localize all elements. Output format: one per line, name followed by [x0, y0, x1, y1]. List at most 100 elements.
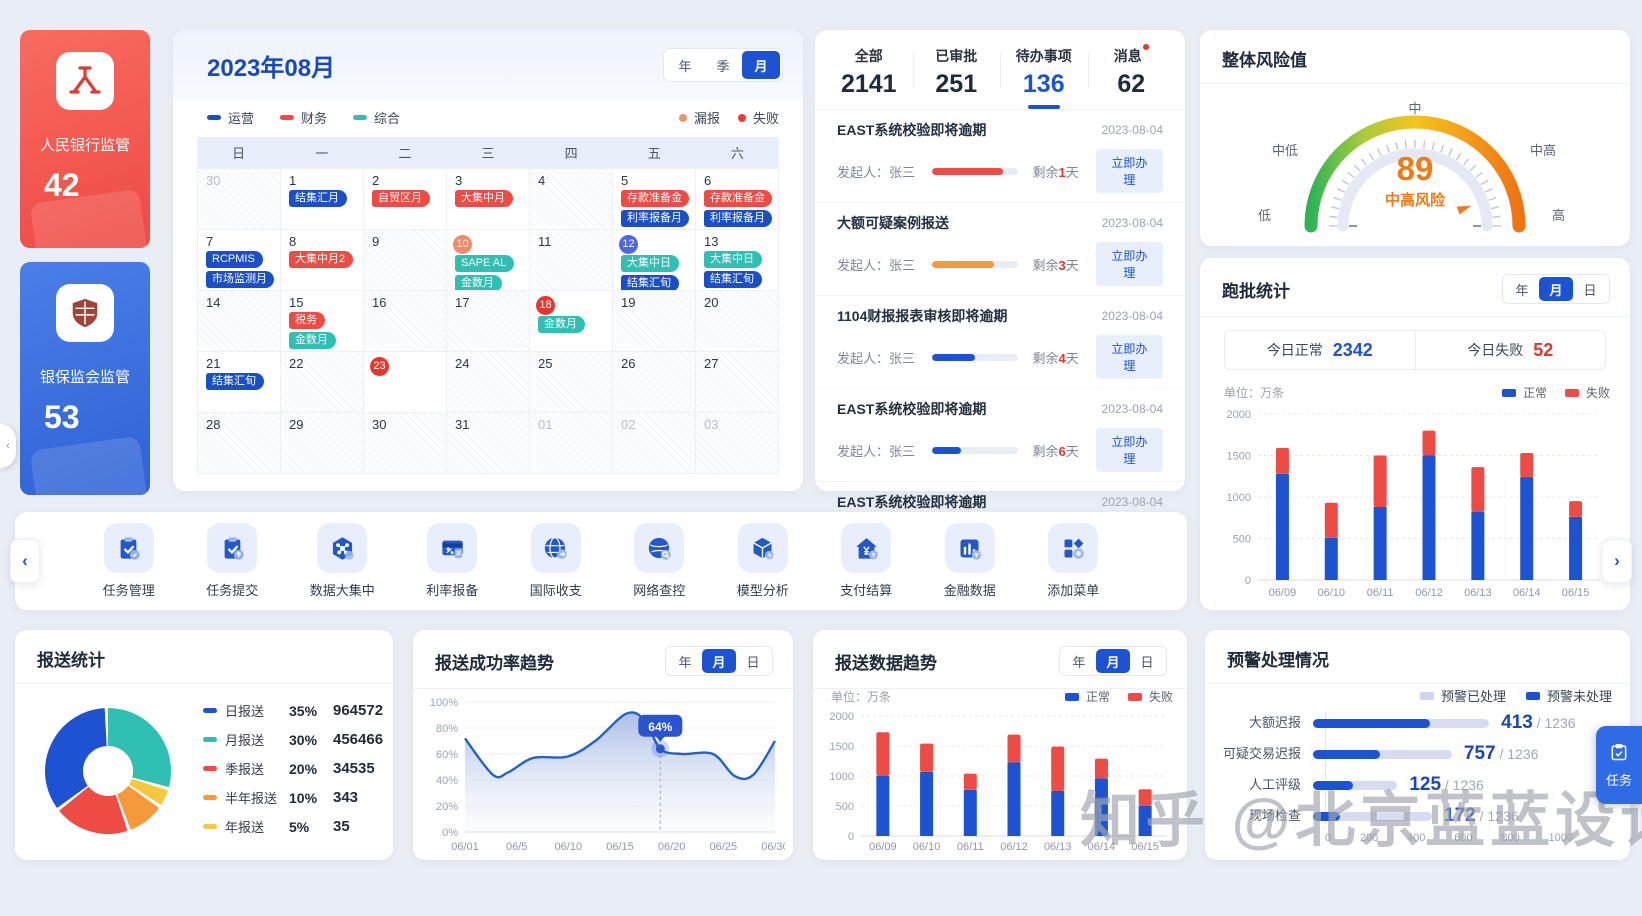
calendar-day-cell[interactable]: 29 — [281, 413, 364, 474]
calendar-event[interactable]: SAPE AL — [455, 255, 514, 272]
calendar-status-legend-item[interactable]: 失败 — [738, 108, 779, 127]
app-shortcut-hexagon-network[interactable]: 数据大集中 — [310, 523, 375, 599]
donut-legend-item[interactable]: 季报送20%34535 — [203, 754, 383, 783]
calendar-day-cell[interactable]: 16 — [364, 291, 447, 352]
task-tab[interactable]: 全部2141 — [825, 46, 913, 109]
calendar-day-cell[interactable]: 15税务金数月 — [281, 291, 364, 352]
calendar-event[interactable]: 利率报备月 — [704, 210, 772, 227]
calendar-day-cell[interactable]: 12大集中日结集汇旬 — [613, 230, 696, 291]
donut-legend-item[interactable]: 半年报送10%343 — [203, 783, 383, 812]
app-shortcut-chart-yen[interactable]: 金融数据 — [944, 523, 996, 599]
success-trend-tab-option[interactable]: 月 — [702, 649, 736, 673]
calendar-event[interactable]: 市场监测月 — [206, 271, 274, 288]
alert-legend-item[interactable]: 预警未处理 — [1526, 686, 1612, 705]
calendar-event[interactable]: 金数月 — [538, 316, 585, 333]
calendar-status-legend-item[interactable]: 漏报 — [679, 108, 720, 127]
handle-now-button[interactable]: 立即办理 — [1096, 149, 1163, 193]
app-shortcut-grid-plus[interactable]: 添加菜单 — [1047, 523, 1099, 599]
collapse-sidebar-button[interactable]: ‹ — [0, 424, 16, 468]
donut-legend-item[interactable]: 月报送30%456466 — [203, 725, 383, 754]
sidebar-card-cbirc[interactable]: 银保监会监管 53 — [20, 262, 150, 495]
calendar-day-cell[interactable]: 13大集中日结集汇旬 — [696, 230, 779, 291]
task-item[interactable]: EAST系统校验即将逾期2023-08-04发起人：张三剩余6天立即办理 — [815, 389, 1185, 482]
calendar-event[interactable]: 大集中月 — [455, 190, 513, 207]
calendar-legend-item[interactable]: 综合 — [353, 108, 400, 127]
calendar-tab-option[interactable]: 季 — [704, 51, 742, 79]
data-trend-tab-option[interactable]: 年 — [1062, 649, 1096, 673]
success-trend-tab-option[interactable]: 日 — [736, 649, 770, 673]
batch-legend-item[interactable]: 正常 — [1502, 384, 1547, 401]
calendar-day-cell[interactable]: 24 — [447, 352, 530, 413]
batch-legend-item[interactable]: 失败 — [1565, 384, 1610, 401]
task-tab[interactable]: 消息62 — [1088, 46, 1176, 109]
calendar-day-cell[interactable]: 23 — [364, 352, 447, 413]
data-trend-legend-item[interactable]: 失败 — [1128, 688, 1173, 705]
task-tab[interactable]: 待办事项136 — [1000, 46, 1088, 109]
calendar-day-cell[interactable]: 03 — [696, 413, 779, 474]
calendar-day-cell[interactable]: 25 — [530, 352, 613, 413]
handle-now-button[interactable]: 立即办理 — [1096, 335, 1163, 379]
app-shortcut-globe-exchange[interactable]: 国际收支 — [530, 523, 582, 599]
alert-legend-item[interactable]: 预警已处理 — [1420, 686, 1506, 705]
data-trend-tab-option[interactable]: 月 — [1096, 649, 1130, 673]
calendar-event[interactable]: 大集中日 — [621, 255, 679, 272]
app-shortcut-clipboard-check[interactable]: 任务管理 — [103, 523, 155, 599]
task-tab[interactable]: 已审批251 — [913, 46, 1001, 109]
calendar-event[interactable]: 结集汇月 — [289, 190, 347, 207]
calendar-day-cell[interactable]: 26 — [613, 352, 696, 413]
data-trend-legend-item[interactable]: 正常 — [1065, 688, 1110, 705]
calendar-day-cell[interactable]: 7RCPMIS市场监测月 — [198, 230, 281, 291]
calendar-day-cell[interactable]: 30 — [198, 169, 281, 230]
calendar-day-cell[interactable]: 11 — [530, 230, 613, 291]
calendar-legend-item[interactable]: 财务 — [280, 108, 327, 127]
calendar-day-cell[interactable]: 5存款准备金利率报备月 — [613, 169, 696, 230]
app-shortcut-house-yen[interactable]: 支付结算 — [840, 523, 892, 599]
calendar-day-cell[interactable]: 9 — [364, 230, 447, 291]
calendar-event[interactable]: 大集中日 — [704, 251, 762, 268]
batch-tab-option[interactable]: 日 — [1573, 277, 1607, 301]
calendar-day-cell[interactable]: 20 — [696, 291, 779, 352]
app-shortcut-globe-search[interactable]: 网络查控 — [633, 523, 685, 599]
calendar-day-cell[interactable]: 6存款准备金利率报备月 — [696, 169, 779, 230]
calendar-event[interactable]: 存款准备金 — [704, 190, 772, 207]
calendar-day-cell[interactable]: 14 — [198, 291, 281, 352]
calendar-day-cell[interactable]: 18金数月 — [530, 291, 613, 352]
calendar-legend-item[interactable]: 运营 — [207, 108, 254, 127]
calendar-day-cell[interactable]: 01 — [530, 413, 613, 474]
batch-tab-option[interactable]: 年 — [1505, 277, 1539, 301]
apps-scroll-left-button[interactable]: ‹ — [10, 539, 40, 583]
handle-now-button[interactable]: 立即办理 — [1096, 428, 1163, 472]
calendar-day-cell[interactable]: 27 — [696, 352, 779, 413]
calendar-day-cell[interactable]: 1结集汇月 — [281, 169, 364, 230]
data-trend-tab-option[interactable]: 日 — [1130, 649, 1164, 673]
app-shortcut-cube-model[interactable]: 模型分析 — [737, 523, 789, 599]
batch-tab-option[interactable]: 月 — [1539, 277, 1573, 301]
calendar-event[interactable]: RCPMIS — [206, 251, 263, 268]
handle-now-button[interactable]: 立即办理 — [1096, 242, 1163, 286]
task-item[interactable]: 大额可疑案例报送2023-08-04发起人：张三剩余3天立即办理 — [815, 203, 1185, 296]
calendar-event[interactable]: 自贸区月 — [372, 190, 430, 207]
calendar-day-cell[interactable]: 4 — [530, 169, 613, 230]
floating-task-button[interactable]: 任务 — [1596, 726, 1642, 804]
calendar-day-cell[interactable]: 8大集中月2 — [281, 230, 364, 291]
calendar-day-cell[interactable]: 2自贸区月 — [364, 169, 447, 230]
calendar-tab-option[interactable]: 月 — [742, 51, 780, 79]
task-item[interactable]: 1104财报报表审核即将逾期2023-08-04发起人：张三剩余4天立即办理 — [815, 296, 1185, 389]
calendar-day-cell[interactable]: 19 — [613, 291, 696, 352]
calendar-day-cell[interactable]: 21结集汇旬 — [198, 352, 281, 413]
calendar-day-cell[interactable]: 31 — [447, 413, 530, 474]
calendar-event[interactable]: 存款准备金 — [621, 190, 689, 207]
task-item[interactable]: EAST系统校验即将逾期2023-08-04发起人：张三剩余1天立即办理 — [815, 110, 1185, 203]
success-trend-tab-option[interactable]: 年 — [668, 649, 702, 673]
calendar-event[interactable]: 结集汇旬 — [621, 275, 679, 292]
calendar-day-cell[interactable]: 17 — [447, 291, 530, 352]
calendar-day-cell[interactable]: 28 — [198, 413, 281, 474]
calendar-event[interactable]: 税务 — [289, 312, 325, 329]
calendar-day-cell[interactable]: 10SAPE AL金数月 — [447, 230, 530, 291]
calendar-tab-option[interactable]: 年 — [666, 51, 704, 79]
app-shortcut-clipboard-upload[interactable]: 任务提交 — [206, 523, 258, 599]
calendar-day-cell[interactable]: 3大集中月 — [447, 169, 530, 230]
calendar-event[interactable]: 结集汇旬 — [206, 373, 264, 390]
apps-scroll-right-button[interactable]: › — [1602, 539, 1632, 583]
calendar-event[interactable]: 大集中月2 — [289, 251, 353, 268]
